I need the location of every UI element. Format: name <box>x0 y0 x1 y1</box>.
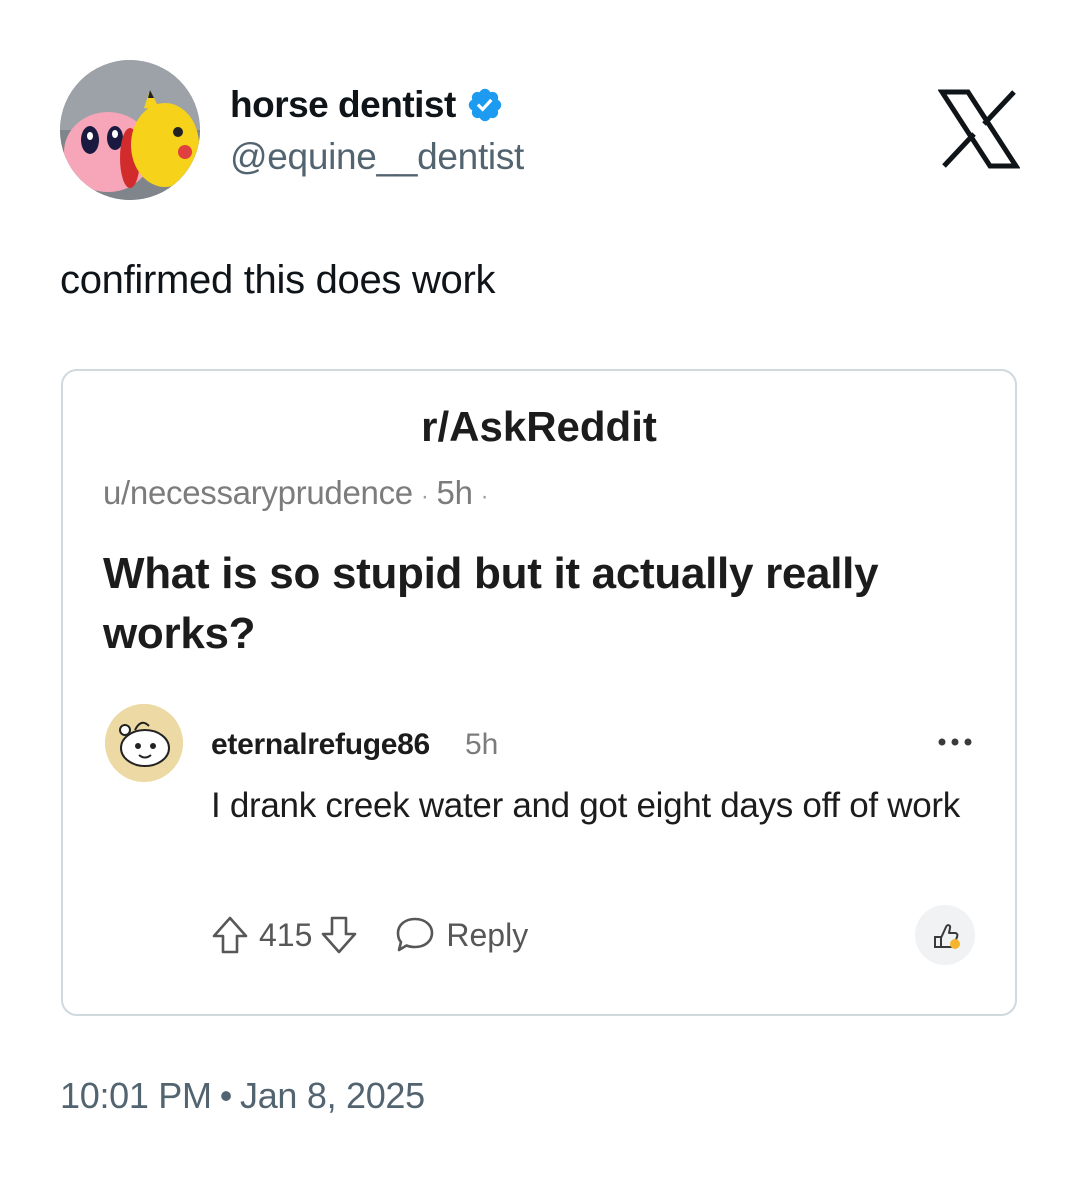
verified-badge-icon <box>466 86 504 124</box>
meta-separator: · <box>420 483 429 510</box>
downvote-arrow-icon[interactable] <box>320 915 358 955</box>
reply-button[interactable]: Reply <box>394 915 528 955</box>
post-age: 5h <box>436 474 473 511</box>
embedded-reddit-card[interactable]: r/AskReddit u/necessaryprudence · 5h · What… <box>61 369 1017 1016</box>
more-dots-icon[interactable] <box>935 735 975 749</box>
subreddit-name: r/AskReddit <box>421 403 657 450</box>
display-name[interactable]: horse dentist <box>230 84 456 126</box>
vote-score: 415 <box>259 916 313 953</box>
tweet-time: 10:01 PM <box>60 1075 212 1116</box>
award-button[interactable] <box>915 905 975 965</box>
comment-body: I drank creek water and got eight days o… <box>211 786 960 825</box>
tweet-text: confirmed this does work <box>60 258 496 302</box>
avatar-image <box>60 60 200 200</box>
x-logo-icon <box>937 88 1021 170</box>
speech-bubble-icon <box>394 915 436 955</box>
comment-age: 5h <box>465 728 499 761</box>
handle[interactable]: @equine__dentist <box>230 136 524 178</box>
award-icon <box>934 924 960 949</box>
meta-separator-trailing: · <box>480 483 489 510</box>
profile-avatar[interactable] <box>60 60 200 200</box>
reply-label: Reply <box>446 916 529 953</box>
tweet-header: horse dentist @equine__dentist <box>60 60 1021 200</box>
timestamp-separator: • <box>219 1075 233 1116</box>
post-author: u/necessaryprudence <box>103 474 413 511</box>
post-meta: u/necessaryprudence · 5h · <box>103 474 496 512</box>
upvote-arrow-icon[interactable] <box>211 915 249 955</box>
post-title: What is so stupid but it actually really… <box>103 549 879 658</box>
comment-avatar <box>105 704 183 782</box>
comment-actions: 415 Reply <box>211 909 991 961</box>
display-name-row: horse dentist <box>230 82 524 128</box>
author-names: horse dentist @equine__dentist <box>230 82 524 178</box>
comment-author[interactable]: eternalrefuge86 <box>211 728 430 762</box>
tweet-date: Jan 8, 2025 <box>240 1075 425 1116</box>
tweet-timestamp[interactable]: 10:01 PM • Jan 8, 2025 <box>60 1075 425 1117</box>
